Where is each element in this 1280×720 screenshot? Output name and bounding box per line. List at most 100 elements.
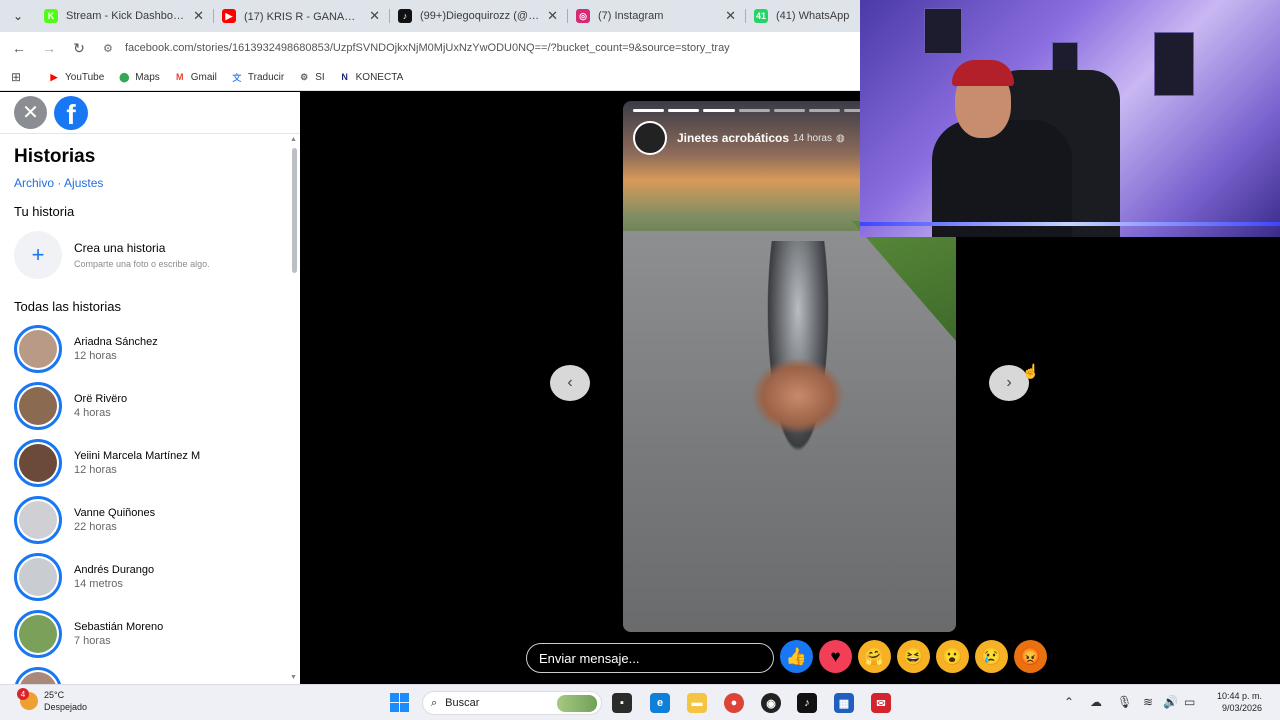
reply-placeholder: Enviar mensaje... bbox=[539, 650, 640, 666]
browser-tab[interactable]: ♪ (99+)Diegoquirozz (@dieg ✕ bbox=[390, 0, 568, 32]
avatar bbox=[14, 495, 62, 544]
file-explorer-icon[interactable]: ▬ bbox=[687, 693, 707, 713]
bookmark-item[interactable]: ▶ YouTube bbox=[48, 71, 105, 83]
taskbar-search[interactable]: ⌕ Buscar bbox=[422, 691, 602, 715]
bookmark-item[interactable]: N KONECTA bbox=[339, 71, 403, 83]
obs-icon[interactable]: ◉ bbox=[761, 693, 781, 713]
weather-temp: 25°C bbox=[44, 690, 65, 700]
weather-condition: Despejado bbox=[44, 702, 88, 712]
site-info-icon[interactable]: ⚙ bbox=[103, 42, 125, 55]
facebook-logo-icon[interactable]: f bbox=[54, 95, 88, 130]
chevron-left-icon: ‹ bbox=[567, 374, 573, 391]
haha-icon[interactable]: 😆 bbox=[897, 640, 930, 673]
task-view-icon[interactable]: ▪ bbox=[612, 693, 632, 713]
plus-icon: + bbox=[14, 231, 62, 279]
browser-tab[interactable]: K Stream - Kick Dashboard ✕ bbox=[36, 0, 214, 32]
tab-close-icon[interactable]: ✕ bbox=[547, 8, 558, 24]
story-author-name[interactable]: Jinetes acrobáticos bbox=[677, 131, 789, 145]
battery-icon[interactable]: ▭ bbox=[1184, 695, 1195, 709]
url-text: facebook.com/stories/1613932498680853/Uz… bbox=[125, 42, 730, 54]
weather-widget[interactable]: 4 25°C Despejado bbox=[17, 688, 88, 713]
store-icon[interactable]: ▦ bbox=[834, 693, 854, 713]
sidebar-scrollbar[interactable]: ▲ ▼ bbox=[290, 136, 298, 681]
tab-close-icon[interactable]: ✕ bbox=[369, 8, 380, 24]
scroll-up-icon[interactable]: ▲ bbox=[290, 136, 297, 143]
stories-sidebar: ✕ f Historias Archivo · Ajustes Tu histo… bbox=[0, 92, 300, 684]
speaker-icon[interactable]: 🔊 bbox=[1163, 695, 1178, 709]
tab-title: (41) WhatsApp bbox=[776, 10, 850, 22]
story-list-item[interactable]: Ariadna Sánchez 12 horas bbox=[14, 320, 300, 377]
bookmark-label: YouTube bbox=[65, 71, 105, 83]
story-list-item[interactable]: Vanne Quiñones 22 horas bbox=[14, 491, 300, 548]
create-story-item[interactable]: + Crea una historia Comparte una foto o … bbox=[14, 231, 300, 279]
story-list-item[interactable]: Yeiini Marcela Martínez M 12 horas bbox=[14, 434, 300, 491]
like-icon[interactable]: 👍 bbox=[780, 640, 813, 673]
reply-input[interactable]: Enviar mensaje... bbox=[526, 643, 774, 673]
tiktok-app-icon[interactable]: ♪ bbox=[797, 693, 817, 713]
create-story-title: Crea una historia bbox=[74, 241, 166, 255]
bookmark-item[interactable]: M Gmail bbox=[174, 71, 217, 83]
reload-icon[interactable]: ↻ bbox=[64, 40, 94, 57]
story-author-header: Jinetes acrobáticos 14 horas ◍ bbox=[633, 121, 845, 155]
tab-title: Stream - Kick Dashboard bbox=[66, 10, 186, 22]
sidebar-links: Archivo · Ajustes bbox=[14, 176, 300, 190]
story-user-time: 7 horas bbox=[74, 634, 111, 647]
story-user-time: 14 metros bbox=[74, 577, 123, 590]
care-icon[interactable]: 🤗 bbox=[858, 640, 891, 673]
bookmark-item[interactable]: 文 Traducir bbox=[231, 71, 284, 83]
reaction-bar: 👍 ♥ 🤗 😆 😮 😢 😡 bbox=[780, 640, 1047, 673]
windows-taskbar: 4 25°C Despejado ⌕ Buscar ▪ e ▬ ● ◉ ♪ ▦ … bbox=[0, 684, 1280, 720]
your-story-heading: Tu historia bbox=[14, 204, 75, 219]
wow-icon[interactable]: 😮 bbox=[936, 640, 969, 673]
story-list-item[interactable]: Andrés Durango 14 metros bbox=[14, 548, 300, 605]
story-list-item[interactable]: Orë Rivëro 4 horas bbox=[14, 377, 300, 434]
red-app-icon[interactable]: ✉ bbox=[871, 693, 891, 713]
back-arrow-icon[interactable]: ← bbox=[4, 40, 34, 56]
avatar bbox=[14, 381, 62, 430]
story-list-item[interactable]: Sebastián Moreno 7 horas bbox=[14, 605, 300, 662]
clock-date: 9/03/2026 bbox=[1221, 703, 1262, 713]
wifi-icon[interactable]: ≋ bbox=[1143, 695, 1153, 709]
dot-separator: · bbox=[57, 176, 62, 190]
chevron-right-icon: › bbox=[1006, 374, 1012, 391]
clock[interactable]: 10:44 p. m. 9/03/2026 bbox=[1217, 690, 1262, 714]
tab-close-icon[interactable]: ✕ bbox=[725, 8, 736, 24]
story-author-avatar[interactable] bbox=[633, 121, 667, 155]
sad-icon[interactable]: 😢 bbox=[975, 640, 1008, 673]
browser-tab[interactable]: ▶ (17) KRIS R - GANAS 💘 (V ✕ bbox=[214, 0, 390, 32]
angry-icon[interactable]: 😡 bbox=[1014, 640, 1047, 673]
windows-start-icon[interactable] bbox=[390, 693, 409, 712]
browser-tab[interactable]: ◎ (7) Instagram ✕ bbox=[568, 0, 746, 32]
archive-link[interactable]: Archivo bbox=[14, 176, 54, 190]
forward-arrow-icon[interactable]: → bbox=[34, 40, 64, 56]
story-list-item[interactable]: Vane Contreras bbox=[14, 662, 300, 684]
apps-grid-icon[interactable]: ⊞ bbox=[0, 70, 32, 84]
bookmark-label: SI bbox=[315, 71, 325, 83]
chrome-icon[interactable]: ● bbox=[724, 693, 744, 713]
scroll-down-icon[interactable]: ▼ bbox=[290, 674, 297, 681]
kick-icon: K bbox=[44, 9, 58, 23]
tab-search-chevron-icon[interactable]: ⌄ bbox=[0, 0, 36, 32]
tray-chevron-up-icon[interactable]: ⌃ bbox=[1064, 695, 1074, 709]
cloud-icon[interactable]: ☁ bbox=[1090, 695, 1102, 709]
settings-link[interactable]: Ajustes bbox=[64, 176, 103, 190]
tab-close-icon[interactable]: ✕ bbox=[193, 8, 204, 24]
previous-story-button[interactable]: ‹ bbox=[550, 365, 590, 401]
search-highlight-image bbox=[557, 695, 597, 712]
create-story-subtitle: Comparte una foto o escribe algo. bbox=[74, 259, 210, 269]
microphone-icon[interactable]: 🎙 bbox=[1117, 695, 1132, 709]
close-icon[interactable]: ✕ bbox=[14, 96, 47, 129]
address-bar[interactable]: ⚙ facebook.com/stories/1613932498680853/… bbox=[103, 36, 855, 60]
browser-tab[interactable]: 41 (41) WhatsApp bbox=[746, 0, 860, 32]
story-time: 14 horas bbox=[793, 132, 832, 144]
love-icon[interactable]: ♥ bbox=[819, 640, 852, 673]
instagram-icon: ◎ bbox=[576, 9, 590, 23]
wall-poster bbox=[924, 8, 962, 54]
edge-icon[interactable]: e bbox=[650, 693, 670, 713]
page-title: Historias bbox=[14, 146, 96, 167]
bookmark-item[interactable]: ⚙ SI bbox=[298, 71, 325, 83]
search-icon: ⌕ bbox=[431, 696, 438, 709]
scrollbar-thumb[interactable] bbox=[292, 148, 297, 273]
tab-title: (17) KRIS R - GANAS 💘 (V bbox=[244, 10, 361, 23]
bookmark-item[interactable]: ⬤ Maps bbox=[118, 71, 160, 83]
